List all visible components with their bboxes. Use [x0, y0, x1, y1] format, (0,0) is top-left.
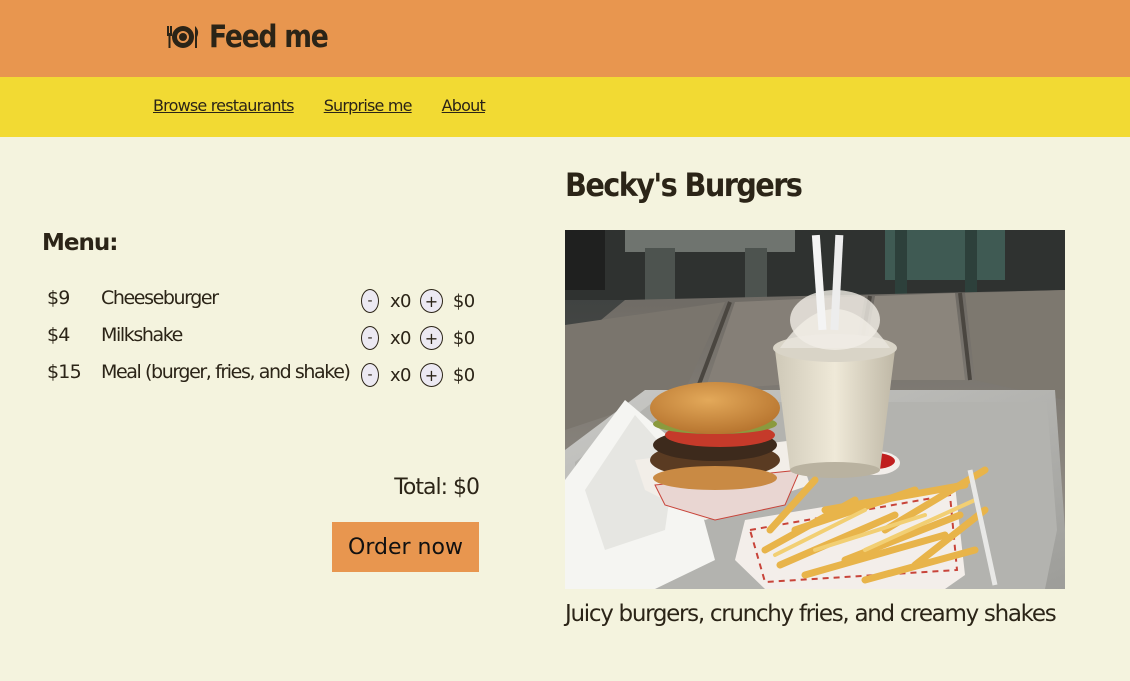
item-line-total: $0: [452, 290, 475, 312]
nav-links: Browse restaurants Surprise me About: [153, 96, 486, 115]
menu-heading: Menu:: [42, 230, 118, 256]
plate-and-cutlery-icon: [167, 26, 199, 48]
item-quantity: x0: [390, 327, 412, 349]
item-line-total: $0: [452, 364, 475, 386]
increase-button[interactable]: +: [419, 363, 443, 387]
item-price: $9: [47, 287, 70, 309]
brand[interactable]: Feed me: [165, 19, 347, 55]
item-name: Meal (burger, fries, and shake): [101, 361, 351, 383]
item-line-total: $0: [452, 327, 475, 349]
restaurant-name: Becky's Burgers: [565, 166, 803, 204]
decrease-button[interactable]: -: [361, 289, 379, 313]
item-price: $4: [47, 324, 70, 346]
menu-item-cheeseburger: $9 Cheeseburger - x0 + $0: [42, 284, 492, 321]
nav-link-surprise-me[interactable]: Surprise me: [324, 96, 413, 115]
restaurant-photo: [565, 230, 1065, 589]
item-quantity: x0: [390, 290, 412, 312]
increase-button[interactable]: +: [419, 289, 443, 313]
brand-title: Feed me: [209, 19, 329, 55]
item-name: Cheeseburger: [101, 287, 219, 309]
nav-link-about[interactable]: About: [442, 96, 486, 115]
nav-link-browse-restaurants[interactable]: Browse restaurants: [153, 96, 295, 115]
decrease-button[interactable]: -: [361, 326, 379, 350]
burger-fries-shake-photo: [565, 230, 1065, 589]
quantity-stepper: - x0 + $0: [361, 326, 475, 350]
order-now-button[interactable]: Order now: [332, 522, 479, 572]
item-price: $15: [47, 361, 82, 383]
menu-item-milkshake: $4 Milkshake - x0 + $0: [42, 321, 492, 358]
quantity-stepper: - x0 + $0: [361, 363, 475, 387]
increase-button[interactable]: +: [419, 326, 443, 350]
item-name: Milkshake: [101, 324, 183, 346]
item-quantity: x0: [390, 364, 412, 386]
quantity-stepper: - x0 + $0: [361, 289, 475, 313]
decrease-button[interactable]: -: [361, 363, 379, 387]
order-total: Total: $0: [394, 475, 480, 500]
nav-bar: Browse restaurants Surprise me About: [0, 77, 1130, 137]
restaurant-caption: Juicy burgers, crunchy fries, and creamy…: [565, 601, 1057, 627]
menu-item-meal: $15 Meal (burger, fries, and shake) - x0…: [42, 358, 492, 395]
site-header: Feed me: [0, 0, 1130, 77]
menu-list: $9 Cheeseburger - x0 + $0 $4 Milkshake -…: [42, 284, 492, 395]
